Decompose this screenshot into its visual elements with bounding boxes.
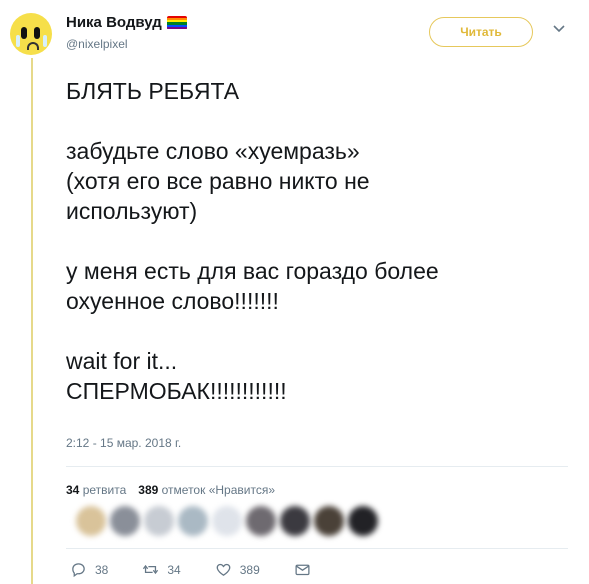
rainbow-flag-icon bbox=[166, 15, 187, 30]
heart-icon bbox=[216, 563, 231, 576]
like-count: 389 bbox=[239, 562, 260, 577]
reply-button[interactable]: 38 bbox=[70, 561, 108, 578]
thread-line bbox=[31, 58, 33, 584]
tweet-line: wait for it... bbox=[66, 348, 178, 374]
tweet-line: СПЕРМОБАК!!!!!!!!!!!! bbox=[66, 378, 287, 404]
tweet-line: забудьте слово «хуемразь» bbox=[66, 138, 360, 164]
avatar[interactable] bbox=[110, 506, 140, 536]
eye-right bbox=[34, 27, 40, 39]
like-button[interactable]: 389 bbox=[215, 561, 260, 578]
direct-message-button[interactable] bbox=[294, 561, 319, 578]
avatar[interactable] bbox=[280, 506, 310, 536]
tear-left bbox=[16, 35, 20, 47]
avatar[interactable] bbox=[246, 506, 276, 536]
retweet-icon bbox=[143, 564, 159, 575]
like-stat[interactable]: 389 отметок «Нравится» bbox=[138, 483, 275, 497]
tweet-line: используют) bbox=[66, 198, 198, 224]
tweet-line: (хотя его все равно никто не bbox=[66, 168, 370, 194]
tear-right bbox=[43, 35, 47, 47]
name-row: Ника Водвуд bbox=[66, 14, 187, 31]
tweet-actions: 38 34 389 bbox=[70, 561, 353, 578]
envelope-icon bbox=[295, 564, 310, 576]
avatar[interactable] bbox=[348, 506, 378, 536]
avatar[interactable] bbox=[178, 506, 208, 536]
tweet-text: БЛЯТЬ РЕБЯТА забудьте слово «хуемразь» (… bbox=[66, 76, 566, 406]
avatar[interactable] bbox=[144, 506, 174, 536]
likes-label: отметок «Нравится» bbox=[161, 483, 275, 497]
avatar[interactable] bbox=[10, 13, 52, 55]
avatar[interactable] bbox=[212, 506, 242, 536]
likers-avatars bbox=[76, 506, 382, 540]
eye-left bbox=[21, 27, 27, 39]
display-name[interactable]: Ника Водвуд bbox=[66, 14, 162, 31]
tweet-stats: 34 ретвита 389 отметок «Нравится» bbox=[66, 483, 275, 497]
avatar[interactable] bbox=[314, 506, 344, 536]
avatar[interactable] bbox=[76, 506, 106, 536]
divider bbox=[66, 466, 568, 467]
tweet-line: у меня есть для вас гораздо более bbox=[66, 258, 439, 284]
retweet-stat[interactable]: 34 ретвита bbox=[66, 483, 126, 497]
retweet-count: 34 bbox=[167, 562, 181, 577]
retweet-button[interactable]: 34 bbox=[142, 561, 181, 578]
chevron-down-icon[interactable] bbox=[552, 22, 566, 36]
divider bbox=[66, 548, 568, 549]
reply-icon bbox=[72, 563, 85, 578]
tweet-line: БЛЯТЬ РЕБЯТА bbox=[66, 78, 240, 104]
likes-count: 389 bbox=[138, 483, 159, 497]
mouth bbox=[27, 42, 39, 50]
retweets-label: ретвита bbox=[82, 483, 127, 497]
tweet-timestamp[interactable]: 2:12 - 15 мар. 2018 г. bbox=[66, 436, 181, 450]
user-handle[interactable]: @nixelpixel bbox=[66, 37, 128, 51]
retweets-count: 34 bbox=[66, 483, 80, 497]
follow-button[interactable]: Читать bbox=[429, 17, 533, 47]
tweet-line: охуенное слово!!!!!!! bbox=[66, 288, 279, 314]
reply-count: 38 bbox=[95, 562, 109, 577]
